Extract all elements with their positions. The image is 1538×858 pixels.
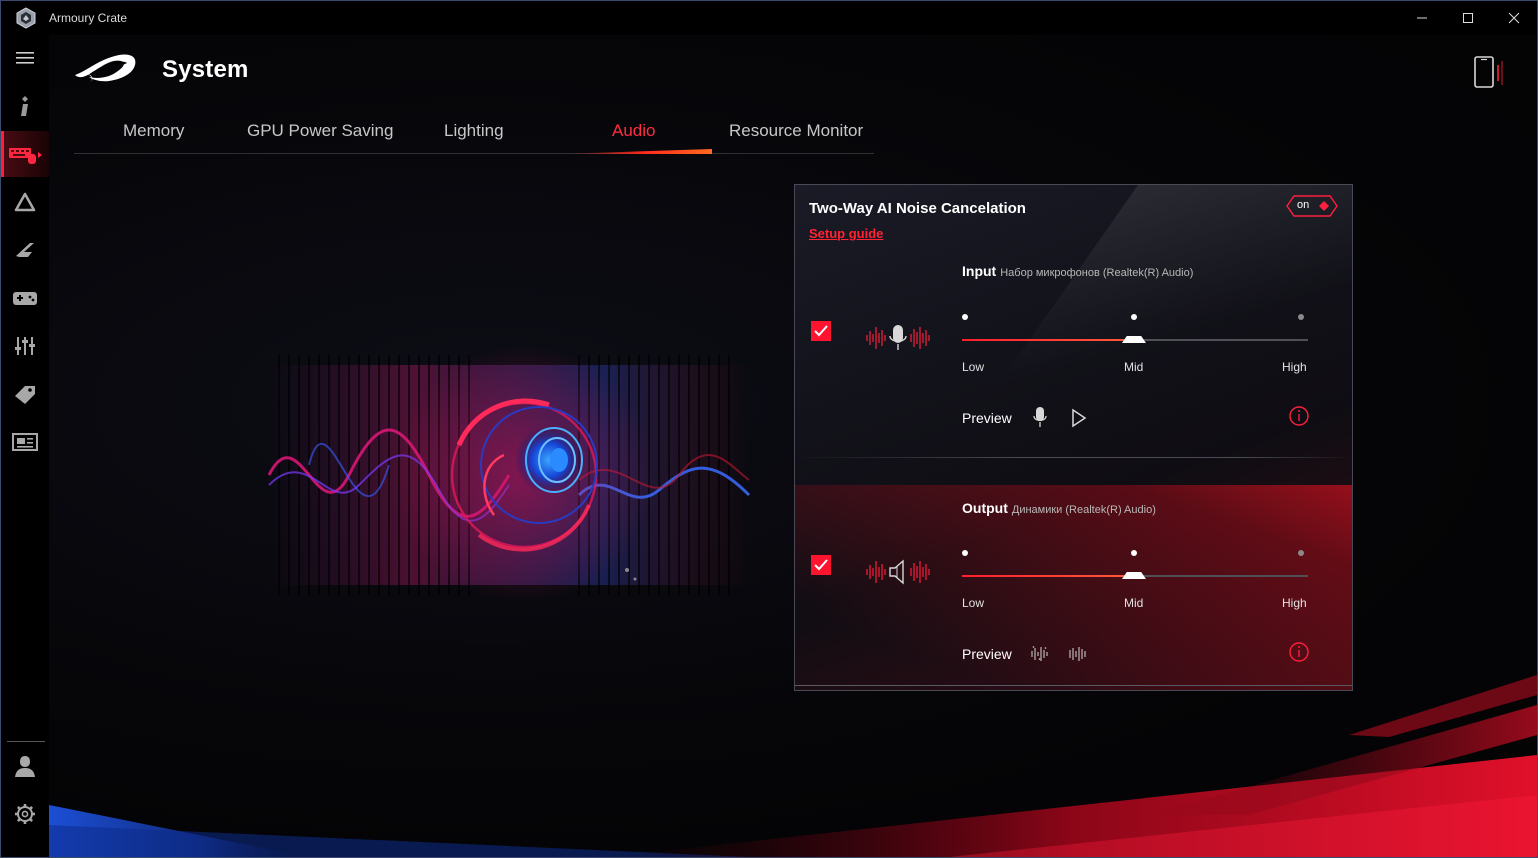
input-checkbox[interactable] [811,321,831,341]
sidebar-item-armoury[interactable] [1,227,49,273]
level-high-dot[interactable] [1298,314,1304,320]
sidebar-menu-button[interactable] [1,35,49,81]
panel-bottom-line [795,685,1352,686]
maximize-icon [1463,13,1473,23]
audio-hero-illustration [267,345,751,605]
microphone-icon[interactable] [1029,406,1051,428]
maximize-button[interactable] [1445,1,1491,35]
page-title: System [162,56,249,83]
user-icon [15,756,35,777]
sidebar-item-settings[interactable] [1,791,49,837]
armoury-blade-icon [16,243,34,257]
level-low-dot[interactable] [962,314,968,320]
aura-triangle-icon [14,192,36,212]
sidebar-item-aura[interactable] [1,179,49,225]
sidebar-item-device[interactable] [1,131,49,177]
checkmark-icon [814,325,828,337]
play-icon[interactable] [1067,407,1089,429]
output-section-title: Output Динамики (Realtek(R) Audio) [962,500,1156,516]
sidebar-item-deals[interactable] [1,371,49,417]
level-mid-label: Mid [1124,360,1144,374]
checkmark-icon [814,559,828,571]
input-label: Input [962,263,997,279]
tab-memory[interactable]: Memory [123,121,184,141]
tab-audio[interactable]: Audio [612,121,655,141]
slider-thumb[interactable] [1122,572,1146,579]
sliders-icon [15,337,35,355]
sidebar [1,35,49,857]
slider-thumb[interactable] [1122,336,1146,343]
noise-cancelation-panel: Two-Way AI Noise Cancelation Setup guide… [794,184,1353,691]
level-high-dot[interactable] [1298,550,1304,556]
input-preview-label: Preview [962,410,1012,426]
sidebar-item-news[interactable] [1,419,49,465]
toggle-state-label: on [1297,199,1310,211]
level-low-dot[interactable] [962,550,968,556]
gamepad-icon [13,292,37,305]
sidebar-item-game[interactable] [1,275,49,321]
speaker-wave-icon [866,559,930,585]
setup-guide-link[interactable]: Setup guide [809,226,883,241]
clean-wave-icon[interactable] [1067,643,1089,665]
tab-bar: Memory GPU Power Saving Lighting Audio R… [74,115,874,154]
slider-fill [962,575,1134,577]
sidebar-item-scenario[interactable] [1,323,49,369]
slider-fill [962,339,1134,341]
input-level-slider[interactable]: Low Mid High [962,314,1308,374]
news-icon [12,433,38,451]
minimize-button[interactable] [1399,1,1445,35]
background-stripes [49,675,1537,857]
output-info-icon[interactable] [1288,641,1310,663]
level-low-label: Low [962,360,985,374]
noisy-wave-icon[interactable] [1029,643,1051,665]
level-high-label: High [1282,596,1307,610]
tag-icon [15,386,35,404]
info-icon [21,96,28,116]
phone-icon[interactable] [1473,55,1509,91]
armoury-crate-app-icon [16,7,36,29]
level-mid-dot[interactable] [1131,550,1137,556]
level-high-label: High [1282,360,1307,374]
output-checkbox[interactable] [811,555,831,575]
level-mid-dot[interactable] [1131,314,1137,320]
window-title: Armoury Crate [49,11,128,25]
output-preview-label: Preview [962,646,1012,662]
output-device-name: Динамики (Realtek(R) Audio) [1011,504,1156,516]
tab-resource-monitor[interactable]: Resource Monitor [729,121,863,141]
close-button[interactable] [1491,1,1537,35]
panel-title: Two-Way AI Noise Cancelation [809,200,1026,217]
sidebar-item-info[interactable] [1,83,49,129]
app-window: Armoury Crate System Memory GPU Power Sa… [0,0,1538,858]
keyboard-device-icon [9,148,42,164]
microphone-wave-icon [866,325,930,350]
minimize-icon [1417,17,1427,19]
rog-eye-logo [75,54,136,83]
input-info-icon[interactable] [1288,405,1310,427]
sidebar-divider [7,741,45,742]
active-tab-indicator [560,149,712,154]
hamburger-icon [16,52,34,64]
input-section-title: Input Набор микрофонов (Realtek(R) Audio) [962,263,1193,279]
output-label: Output [962,500,1008,516]
gear-icon [15,804,35,824]
output-level-slider[interactable]: Low Mid High [962,550,1308,610]
input-device-name: Набор микрофонов (Realtek(R) Audio) [1000,267,1194,279]
level-mid-label: Mid [1124,596,1144,610]
tab-lighting[interactable]: Lighting [444,121,504,141]
tab-gpu-power-saving[interactable]: GPU Power Saving [247,121,393,141]
main-content: System Memory GPU Power Saving Lighting … [49,35,1537,857]
level-low-label: Low [962,596,985,610]
noise-cancel-toggle[interactable] [1286,195,1338,217]
sidebar-item-user[interactable] [1,743,49,789]
title-bar: Armoury Crate [1,1,1537,35]
close-icon [1508,12,1520,24]
section-divider [795,457,1352,458]
